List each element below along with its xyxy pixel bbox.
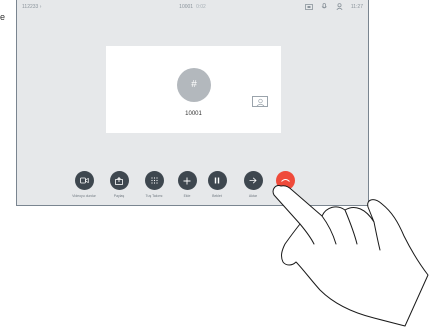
pause-icon (214, 177, 220, 184)
callee-number: 10001 (185, 111, 202, 117)
screen-share-icon[interactable] (304, 3, 313, 10)
status-icons: 11:27 (304, 3, 363, 10)
plus-icon (183, 177, 191, 184)
status-bar: 112233 › 10001 0:02 11:27 (17, 0, 368, 14)
control-label: Paylaş (113, 194, 125, 198)
touch-panel-screen: 112233 › 10001 0:02 11:27 # 10001 Videoy… (16, 0, 369, 206)
control-label: Aktar (248, 194, 258, 198)
clock-time: 11:27 (350, 3, 363, 10)
video-icon (79, 177, 89, 184)
control-label: Tuş Takımı (145, 194, 163, 198)
control-label: Beklet (212, 194, 222, 198)
end-call-icon (280, 179, 290, 182)
stop-video-button[interactable]: Videoyu durdur (69, 171, 99, 198)
transfer-button[interactable]: Aktar (238, 171, 268, 198)
add-button[interactable]: Ekle (172, 171, 202, 198)
call-duration: 0:02 (196, 4, 206, 10)
share-button[interactable]: Paylaş (104, 171, 134, 198)
call-number: 10001 (179, 4, 194, 10)
self-view-icon (256, 98, 265, 107)
person-icon[interactable] (336, 3, 343, 10)
transfer-arrow-icon (249, 177, 257, 184)
keypad-button[interactable]: Tuş Takımı (139, 171, 169, 198)
end-call-button[interactable] (270, 171, 300, 194)
keypad-icon (150, 177, 158, 184)
control-label: Ekle (183, 194, 191, 198)
call-card: # 10001 (106, 46, 281, 133)
microphone-icon[interactable] (321, 3, 328, 10)
hold-button[interactable]: Beklet (202, 171, 232, 198)
contact-avatar: # (177, 68, 211, 102)
figure-letter: e (0, 12, 6, 22)
self-view-button[interactable] (252, 96, 268, 107)
control-label: Videoyu durdur (72, 194, 96, 198)
share-icon (115, 176, 123, 185)
